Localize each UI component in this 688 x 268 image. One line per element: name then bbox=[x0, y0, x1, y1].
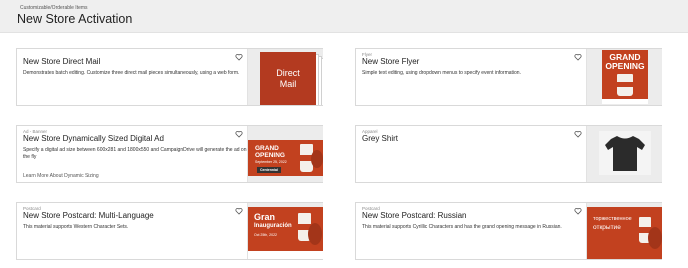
thumb-text-line: торжественное bbox=[593, 216, 632, 222]
favorite-heart-icon[interactable] bbox=[574, 130, 582, 138]
item-card-postcard-multi-language[interactable]: Postcard New Store Postcard: Multi-Langu… bbox=[16, 202, 323, 260]
direct-mail-stack-image: Direct Mail bbox=[260, 52, 323, 105]
card-thumbnail[interactable]: GRAND OPENING bbox=[586, 49, 662, 105]
item-card-direct-mail[interactable]: New Store Direct Mail Demonstrates batch… bbox=[16, 48, 323, 106]
favorite-heart-icon[interactable] bbox=[574, 53, 582, 61]
postcard-footer bbox=[248, 251, 323, 259]
tshirt-icon bbox=[605, 136, 645, 171]
card-title[interactable]: New Store Postcard: Russian bbox=[362, 211, 579, 221]
thumb-text-line: Inauguración bbox=[254, 223, 292, 229]
item-card-digital-ad[interactable]: Ad - Banner New Store Dynamically Sized … bbox=[16, 125, 323, 183]
card-thumbnail[interactable]: торжественное открытие bbox=[586, 203, 662, 259]
direct-mail-front: Direct Mail bbox=[260, 52, 316, 105]
card-body[interactable]: Apparel Grey Shirt bbox=[356, 126, 585, 182]
card-body[interactable]: Postcard New Store Postcard: Russian Thi… bbox=[356, 203, 585, 259]
donut-graphic bbox=[648, 227, 662, 249]
card-title[interactable]: New Store Flyer bbox=[362, 57, 579, 67]
card-thumbnail[interactable]: Direct Mail bbox=[247, 49, 323, 105]
card-title[interactable]: New Store Direct Mail bbox=[23, 57, 240, 67]
favorite-heart-icon[interactable] bbox=[235, 130, 243, 138]
postcard-russian-image: торжественное открытие bbox=[587, 207, 662, 259]
item-card-flyer[interactable]: Flyer New Store Flyer Simple text editin… bbox=[355, 48, 662, 106]
banner-date: September 25, 2022 bbox=[255, 160, 287, 164]
card-title[interactable]: Grey Shirt bbox=[362, 134, 579, 144]
page-title: New Store Activation bbox=[17, 12, 133, 26]
card-body[interactable]: Postcard New Store Postcard: Multi-Langu… bbox=[17, 203, 246, 259]
item-card-postcard-russian[interactable]: Postcard New Store Postcard: Russian Thi… bbox=[355, 202, 662, 260]
card-thumbnail[interactable]: GRAND OPENING September 25, 2022 Centenni… bbox=[247, 126, 323, 182]
card-thumbnail[interactable]: Gran Inauguración Oct 25th, 2022 bbox=[247, 203, 323, 259]
postcard-spanish-image: Gran Inauguración Oct 25th, 2022 bbox=[248, 207, 323, 259]
thumb-text-line: Mail bbox=[279, 79, 297, 89]
card-description: Simple text editing, using dropdown menu… bbox=[362, 70, 521, 76]
favorite-heart-icon[interactable] bbox=[574, 207, 582, 215]
thumb-text-line: Direct bbox=[276, 68, 300, 78]
card-description: Demonstrates batch editing. Customize th… bbox=[23, 70, 240, 76]
digital-ad-banner-image: GRAND OPENING September 25, 2022 Centenni… bbox=[248, 140, 323, 176]
tshirt-image bbox=[599, 131, 651, 175]
banner-location: Centennial bbox=[257, 167, 281, 173]
donut-graphic bbox=[308, 223, 322, 245]
card-description: Specify a digital ad size between 600x28… bbox=[23, 147, 247, 160]
thumb-text-line: Gran bbox=[254, 212, 276, 222]
cup-band bbox=[617, 82, 633, 87]
card-thumbnail[interactable] bbox=[586, 126, 662, 182]
flyer-image: GRAND OPENING bbox=[602, 50, 648, 104]
coffee-cup-graphic bbox=[617, 74, 633, 96]
card-body[interactable]: Ad - Banner New Store Dynamically Sized … bbox=[17, 126, 246, 182]
flyer-footer bbox=[602, 99, 648, 104]
thumb-text-line: OPENING bbox=[255, 152, 285, 159]
card-body[interactable]: Flyer New Store Flyer Simple text editin… bbox=[356, 49, 585, 105]
breadcrumb[interactable]: Customizable/Orderable Items bbox=[20, 5, 88, 11]
card-description: This material supports Cyrillic Characte… bbox=[362, 224, 562, 230]
card-body[interactable]: New Store Direct Mail Demonstrates batch… bbox=[17, 49, 246, 105]
item-card-grey-shirt[interactable]: Apparel Grey Shirt bbox=[355, 125, 662, 183]
favorite-heart-icon[interactable] bbox=[235, 207, 243, 215]
thumb-text-line: открытие bbox=[593, 224, 621, 231]
card-description: This material supports Western Character… bbox=[23, 224, 129, 230]
thumb-text-line: Oct 25th, 2022 bbox=[254, 233, 277, 237]
page-header: Customizable/Orderable Items New Store A… bbox=[0, 0, 688, 33]
thumb-text-line: OPENING bbox=[605, 61, 645, 71]
learn-more-link[interactable]: Learn More About Dynamic Sizing bbox=[23, 173, 99, 179]
thumb-text-line: GRAND bbox=[255, 145, 279, 152]
donut-graphic bbox=[311, 150, 323, 168]
card-title[interactable]: New Store Dynamically Sized Digital Ad bbox=[23, 134, 240, 144]
favorite-heart-icon[interactable] bbox=[235, 53, 243, 61]
card-title[interactable]: New Store Postcard: Multi-Language bbox=[23, 211, 240, 221]
